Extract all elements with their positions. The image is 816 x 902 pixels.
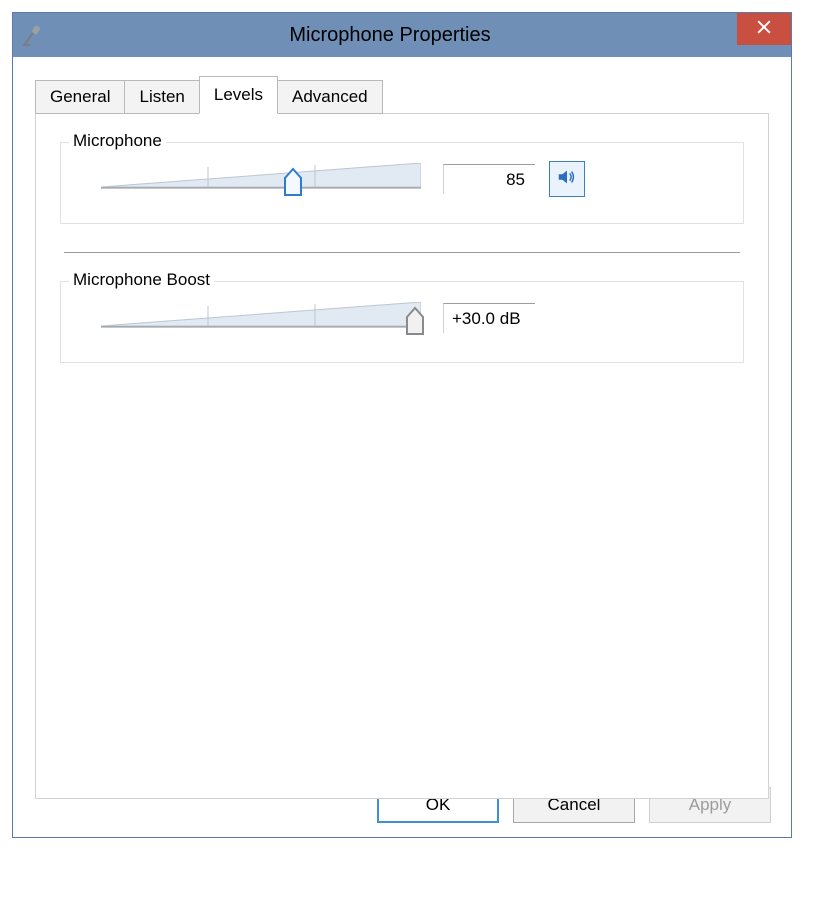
tab-general[interactable]: General: [35, 80, 125, 114]
client-area: General Listen Levels Advanced Microphon…: [13, 57, 791, 837]
microphone-level-slider[interactable]: [101, 161, 421, 197]
microphone-level-thumb[interactable]: [283, 167, 303, 197]
microphone-boost-group: Microphone Boost: [60, 281, 744, 363]
microphone-properties-window: Microphone Properties General Listen Lev…: [12, 12, 792, 838]
microphone-icon: [21, 24, 43, 46]
microphone-level-legend: Microphone: [69, 131, 166, 151]
tab-advanced[interactable]: Advanced: [277, 80, 383, 114]
microphone-boost-slider[interactable]: [101, 300, 421, 336]
tab-page-levels: Microphone: [35, 113, 769, 799]
tab-levels[interactable]: Levels: [199, 76, 278, 114]
close-icon: [757, 19, 771, 39]
tab-strip: General Listen Levels Advanced: [35, 75, 769, 113]
tab-listen[interactable]: Listen: [124, 80, 199, 114]
window-title: Microphone Properties: [43, 24, 737, 47]
microphone-boost-thumb[interactable]: [405, 306, 425, 336]
title-bar[interactable]: Microphone Properties: [13, 13, 791, 57]
microphone-boost-legend: Microphone Boost: [69, 270, 214, 290]
section-divider: [64, 252, 740, 253]
close-button[interactable]: [737, 13, 791, 45]
microphone-boost-value: +30.0 dB: [443, 303, 535, 333]
microphone-level-value: 85: [443, 164, 535, 194]
microphone-level-group: Microphone: [60, 142, 744, 224]
microphone-mute-button[interactable]: [549, 161, 585, 197]
speaker-icon: [556, 166, 578, 192]
